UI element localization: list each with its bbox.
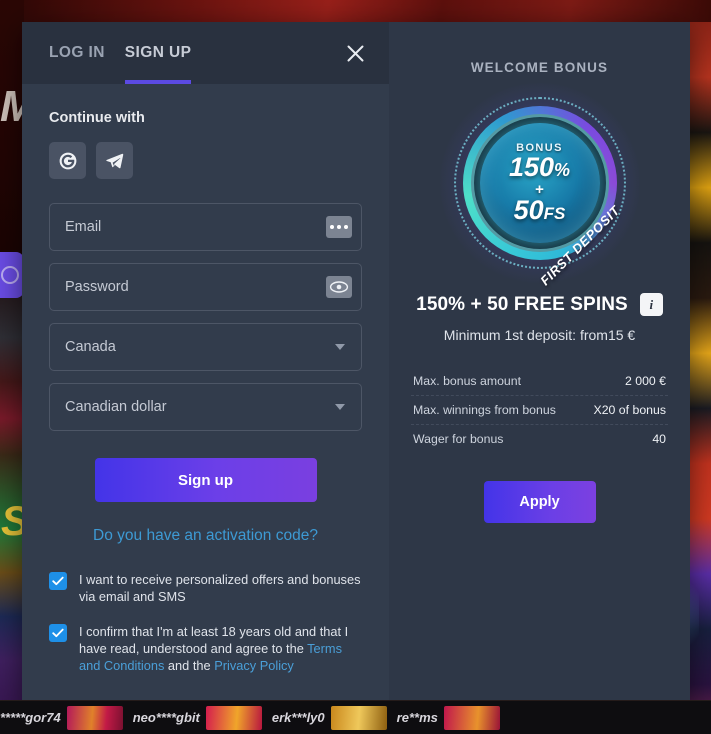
game-thumbnail [330,705,387,730]
table-row: Max. bonus amount 2 000 € [411,367,668,396]
bonus-badge-spins-value: 50 [513,195,544,225]
tab-log-in[interactable]: LOG IN [49,22,105,84]
country-select[interactable]: Canada [49,323,362,371]
reveal-password-icon[interactable] [326,276,352,298]
info-icon[interactable]: i [639,293,663,316]
ticker-username: re**ms [396,710,438,725]
apply-bonus-button[interactable]: Apply [483,481,596,523]
continue-with-label: Continue with [49,110,145,126]
bonus-title-row: 150% + 50 FREE SPINS i [416,293,663,316]
game-thumbnail [443,705,500,730]
modal-header: LOG IN SIGN UP [22,22,389,84]
list-item[interactable] [438,705,510,730]
bonus-badge-core: BONUS 150% + 50FS [479,123,600,243]
privacy-policy-link[interactable]: Privacy Policy [214,658,294,673]
bonus-badge: BONUS 150% + 50FS FIRST DEPOSIT [439,83,640,288]
country-select-value: Canada [65,339,116,355]
list-item[interactable]: re**ms [325,705,438,730]
chevron-down-icon[interactable] [335,404,345,410]
bonus-title: 150% + 50 FREE SPINS [416,293,628,315]
game-thumbnail [66,705,123,730]
password-field-placeholder: Password [65,279,129,295]
list-item[interactable]: neo****gbit [61,705,200,730]
bonus-badge-spins: 50FS [513,195,566,225]
marketing-consent-label: I want to receive personalized offers an… [79,572,361,604]
telegram-icon[interactable] [96,142,133,179]
age-terms-consent-label: I confirm that I'm at least 18 years old… [79,623,362,674]
autofill-dots-icon[interactable] [326,216,352,238]
page-background: M S LOG IN SIGN UP Continue with Email P… [0,0,711,734]
currency-select-value: Canadian dollar [65,399,167,415]
age-terms-text-part2: and the [164,658,215,673]
list-item[interactable]: erk***ly0 [200,705,325,730]
bonus-minimum-deposit: Minimum 1st deposit: from15 € [443,327,636,343]
social-login-row [49,142,362,179]
bonus-details-table: Max. bonus amount 2 000 € Max. winnings … [411,367,668,453]
currency-select[interactable]: Canadian dollar [49,383,362,431]
detail-label: Wager for bonus [413,432,504,446]
detail-label: Max. winnings from bonus [413,403,556,417]
game-thumbnail [205,705,262,730]
bonus-badge-spins-unit: FS [543,204,566,223]
ticker-username: erk***ly0 [271,710,325,725]
list-item[interactable]: *****gor74 [0,710,61,725]
activation-code-link[interactable]: Do you have an activation code? [49,527,362,545]
ticker-username: neo****gbit [132,710,200,725]
email-field[interactable]: Email [49,203,362,251]
google-icon[interactable] [49,142,86,179]
detail-value: 2 000 € [624,374,666,388]
chevron-down-icon[interactable] [335,344,345,350]
background-left-badge [0,252,24,298]
background-top-banner [0,0,711,22]
bonus-badge-percent-symbol: % [554,160,571,181]
age-terms-consent-row: I confirm that I'm at least 18 years old… [49,623,362,674]
email-field-placeholder: Email [65,219,102,235]
bonus-badge-percent-value: 150 [508,152,555,183]
winners-ticker: *****gor74 neo****gbit erk***ly0 re**ms [0,700,711,734]
sign-up-button[interactable]: Sign up [94,458,317,502]
detail-label: Max. bonus amount [413,374,522,388]
close-icon[interactable] [341,39,369,67]
table-row: Wager for bonus 40 [411,425,668,453]
bonus-badge-percent: 150% [508,152,571,183]
signup-form-body: Continue with Email Password Canada Cana… [22,84,389,712]
welcome-bonus-kicker: WELCOME BONUS [470,60,609,75]
ticker-username: *****gor74 [0,710,61,725]
age-terms-consent-checkbox[interactable] [49,624,67,642]
detail-value: 40 [652,432,666,446]
auth-modal: LOG IN SIGN UP Continue with Email Passw… [22,22,690,712]
password-field[interactable]: Password [49,263,362,311]
welcome-bonus-panel: WELCOME BONUS BONUS 150% + 50FS FIRST DE… [389,22,690,712]
tab-sign-up[interactable]: SIGN UP [124,22,192,84]
table-row: Max. winnings from bonus X20 of bonus [411,396,668,425]
detail-value: X20 of bonus [593,403,666,417]
marketing-consent-checkbox[interactable] [49,572,67,590]
marketing-consent-row: I want to receive personalized offers an… [49,571,362,605]
signup-form-panel: LOG IN SIGN UP Continue with Email Passw… [22,22,389,712]
